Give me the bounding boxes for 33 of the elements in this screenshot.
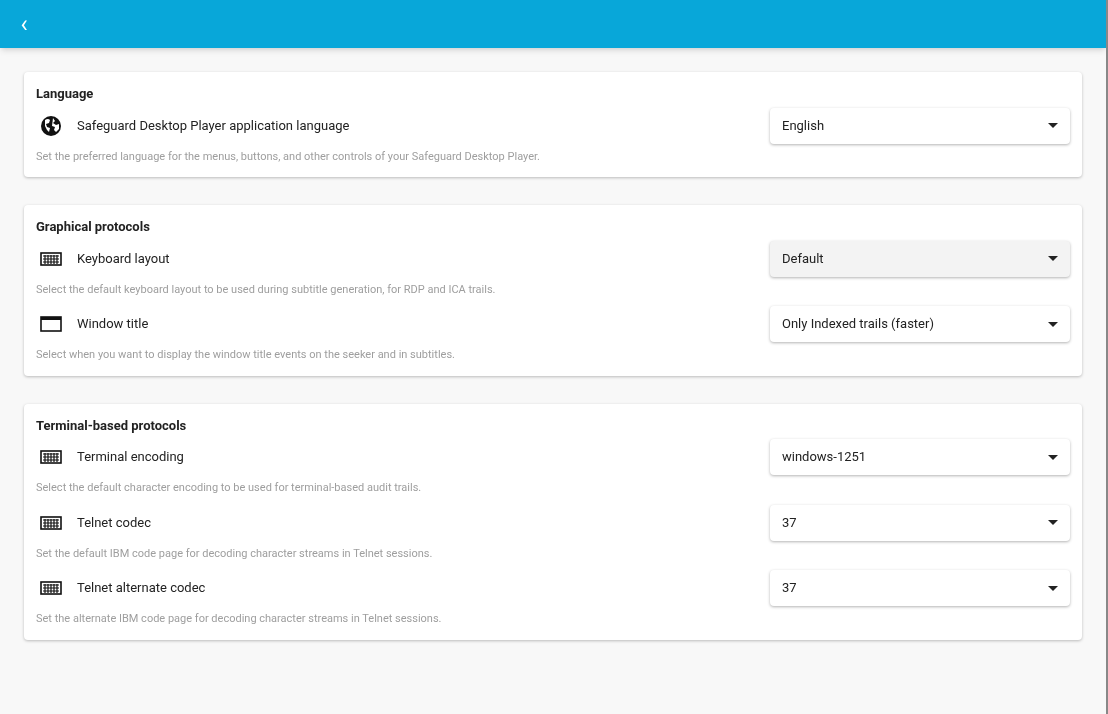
globe-icon bbox=[39, 114, 62, 137]
setting-label: Telnet alternate codec bbox=[77, 579, 207, 598]
setting-label: Telnet codec bbox=[77, 513, 152, 532]
dropdown[interactable]: 37 bbox=[770, 570, 1070, 606]
dropdown[interactable]: English bbox=[770, 107, 1070, 144]
setting-description: Select the default keyboard layout to be used during subtitle generation, for RDP and ICA trails. bbox=[36, 281, 497, 298]
setting-label: Terminal encoding bbox=[77, 448, 185, 467]
caret-icon bbox=[1048, 520, 1058, 525]
caret-icon bbox=[1048, 321, 1058, 327]
setting-description: Select the default character encoding to be used for terminal-based audit trails. bbox=[36, 480, 423, 496]
keyboard-icon bbox=[39, 450, 62, 464]
dropdown[interactable]: Only Indexed trails (faster) bbox=[770, 306, 1070, 342]
dropdown[interactable]: Default bbox=[770, 240, 1070, 277]
caret-icon bbox=[1048, 123, 1058, 128]
caret-icon bbox=[1048, 585, 1058, 591]
setting-description: Set the alternate IBM code page for decoding character streams in Telnet sessions. bbox=[36, 611, 443, 627]
setting-description: Set the preferred language for the menus, buttons, and other controls of your Safeguard Desktop Player. bbox=[36, 148, 541, 165]
section-title: Language bbox=[36, 85, 95, 103]
section-title: Terminal-based protocols bbox=[36, 416, 188, 435]
setting-description: Select when you want to display the window title events on the seeker and in subtitles. bbox=[36, 347, 456, 363]
keyboard-icon bbox=[39, 581, 62, 595]
setting-description: Set the default IBM code page for decoding character streams in Telnet sessions. bbox=[36, 545, 434, 562]
caret-icon bbox=[1048, 256, 1058, 261]
setting-label: Keyboard layout bbox=[77, 249, 171, 268]
keyboard-icon bbox=[39, 515, 62, 530]
dropdown[interactable]: 37 bbox=[770, 504, 1070, 541]
window-icon bbox=[39, 316, 62, 332]
setting-label: Safeguard Desktop Player application language bbox=[77, 116, 351, 135]
keyboard-icon bbox=[39, 251, 62, 266]
dropdown[interactable]: windows-1251 bbox=[770, 439, 1070, 475]
caret-icon bbox=[1048, 454, 1058, 460]
section-title: Graphical protocols bbox=[36, 218, 151, 236]
setting-label: Window title bbox=[77, 315, 150, 334]
